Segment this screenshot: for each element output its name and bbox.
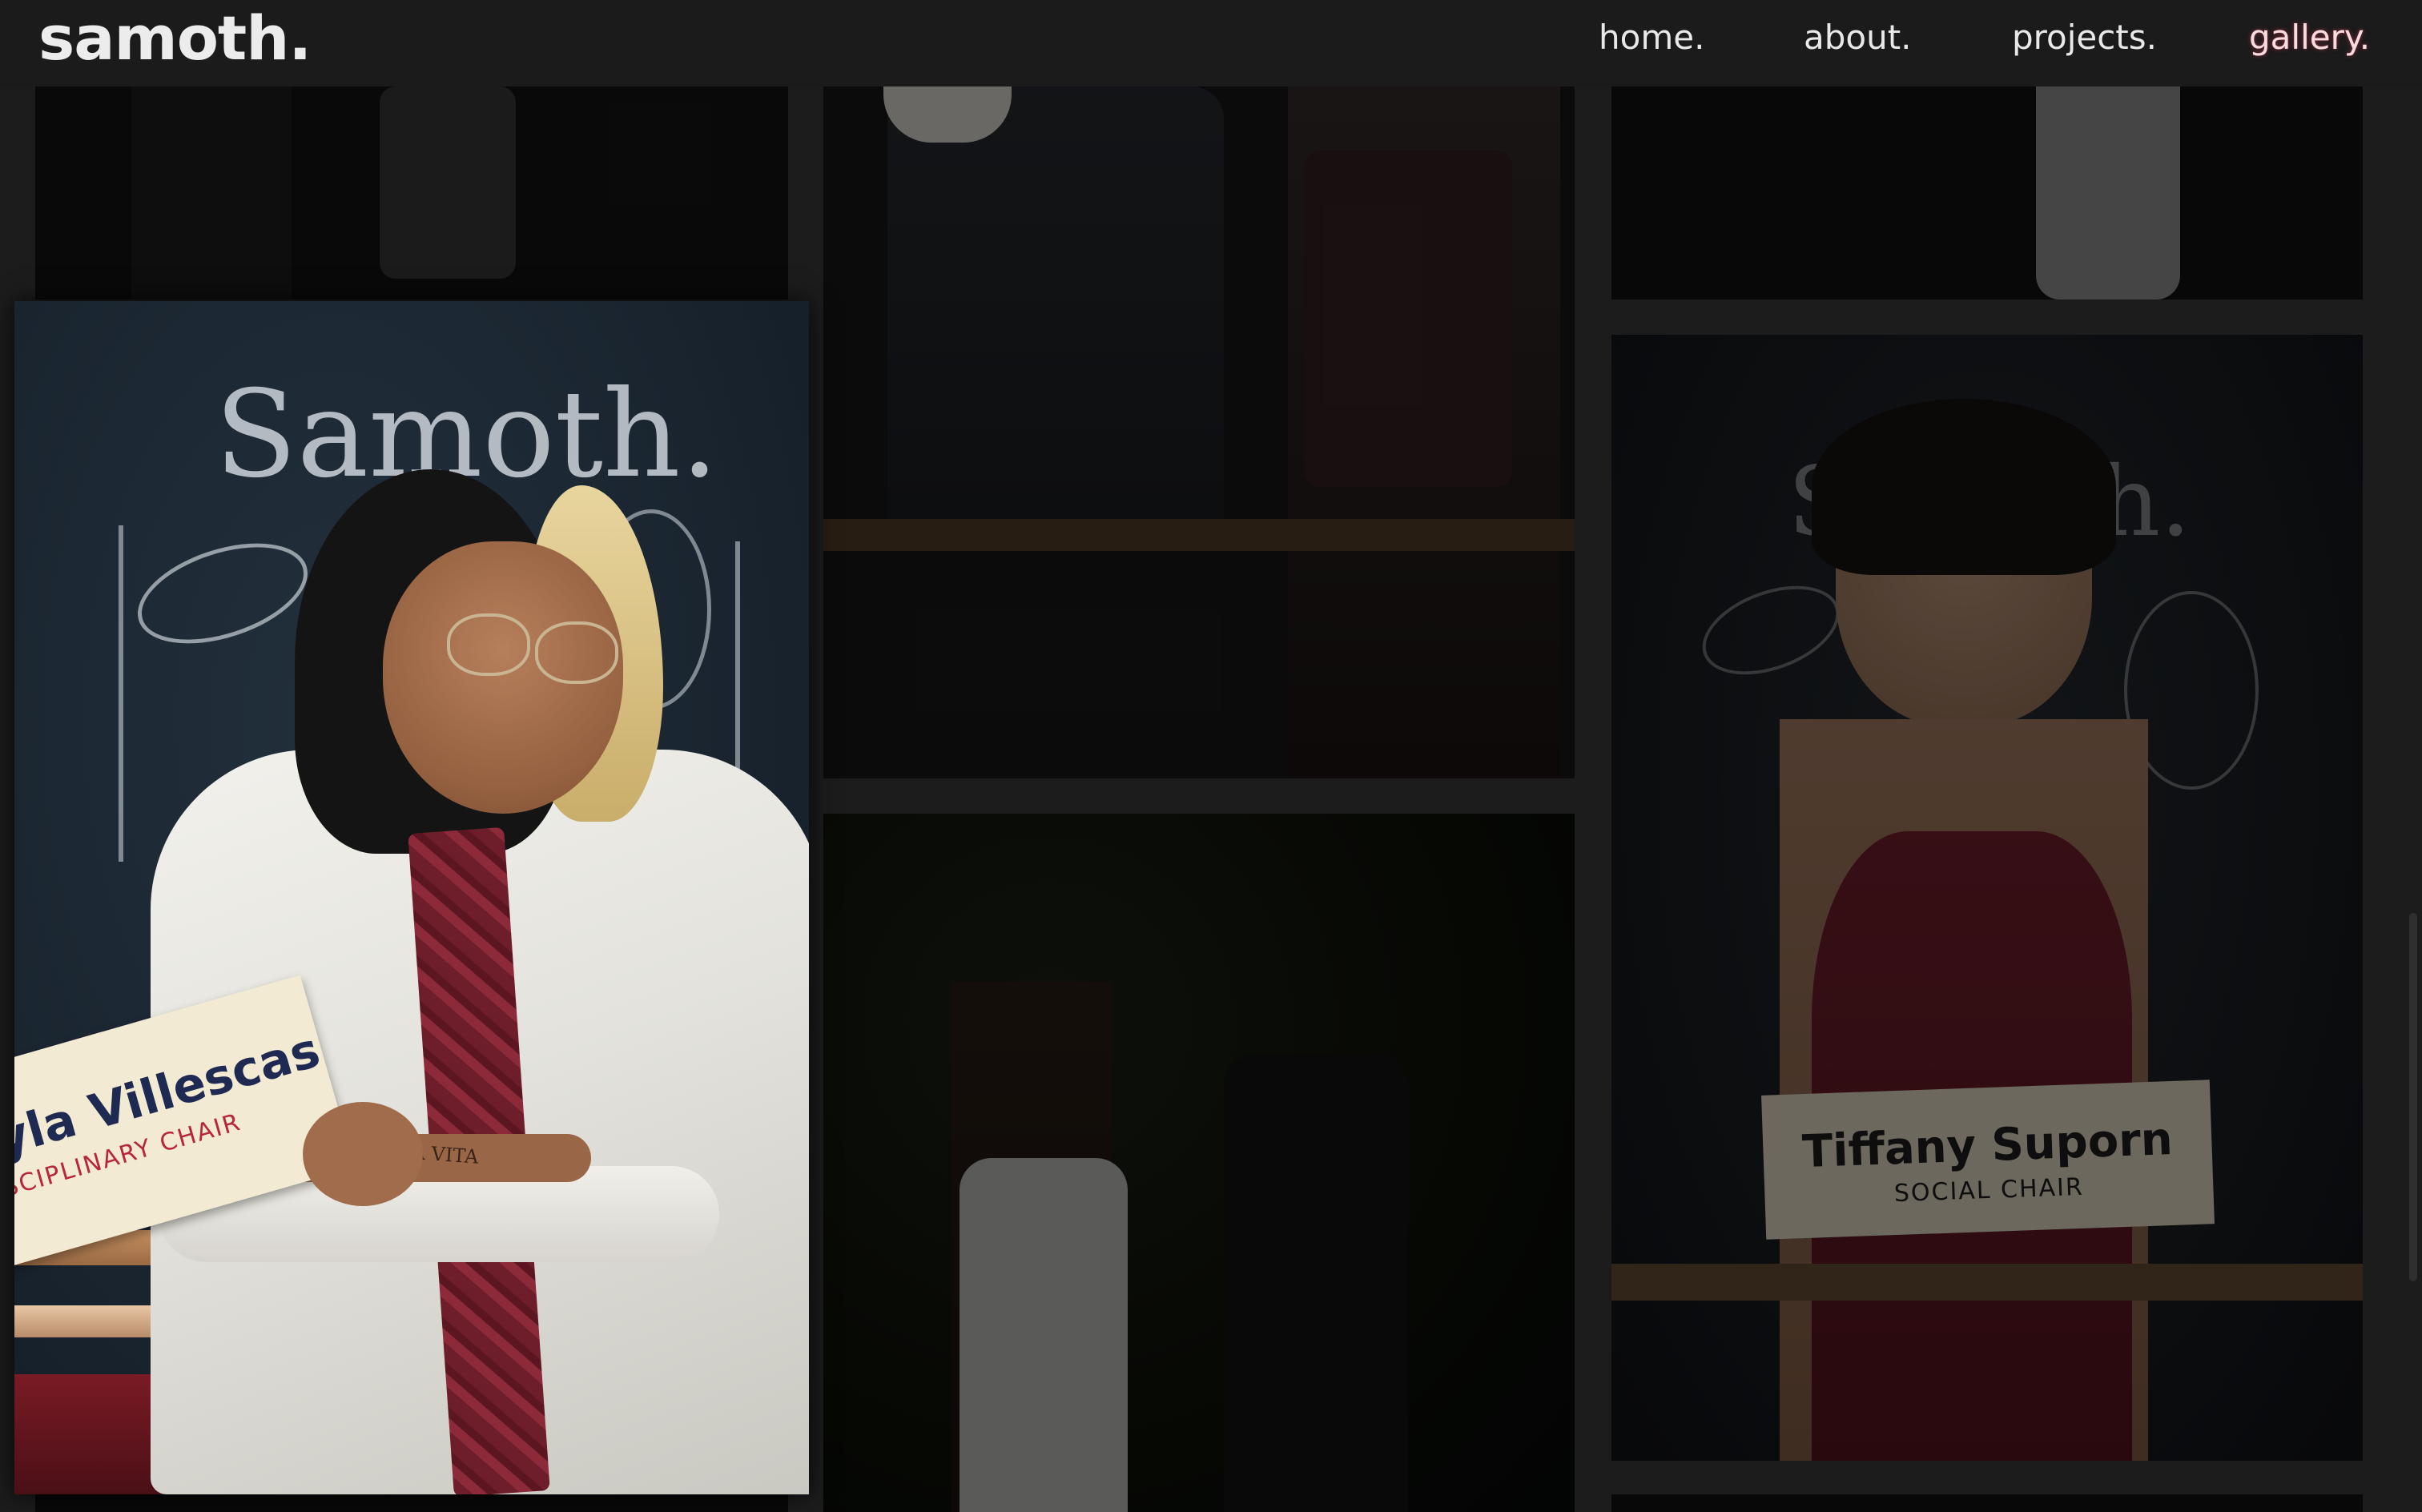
photo-collar <box>883 86 1012 143</box>
gallery-photo-tile[interactable] <box>35 1494 788 1512</box>
nav-gallery-link[interactable]: gallery. <box>2249 21 2370 54</box>
photo-hand <box>303 1102 423 1206</box>
photo-shoulders <box>1780 719 2148 1461</box>
photo-figure <box>131 86 292 300</box>
site-logo[interactable]: samoth. <box>38 8 312 69</box>
photo-hair <box>1812 399 2116 575</box>
card-name: Tiffany Suporn <box>1801 1112 2174 1179</box>
card-role: SOCIAL CHAIR <box>1893 1172 2085 1208</box>
gallery-photo-tile[interactable] <box>823 86 1575 778</box>
photo-figure <box>1288 86 1560 778</box>
photo-face <box>1836 439 2092 727</box>
glasses-icon <box>535 621 618 684</box>
chalk-drawing <box>2124 591 2259 790</box>
photo-top <box>1304 151 1512 487</box>
gallery-photo-tile[interactable] <box>1611 1494 2363 1512</box>
gallery-photo-tile[interactable]: Samoth. Tiffany Suporn SOCIAL CHAIR <box>1611 335 2363 1461</box>
gallery-photo-tile[interactable] <box>823 814 1575 1512</box>
gallery-photo-featured[interactable]: Samoth. IL BALLO DELLA VITA yla Villesca… <box>14 301 809 1494</box>
photo-figure <box>380 86 516 279</box>
photo-white-shirt <box>960 1158 1128 1512</box>
photo-railing <box>1611 1264 2363 1301</box>
glasses-icon <box>447 613 530 676</box>
name-card: Tiffany Suporn SOCIAL CHAIR <box>1761 1080 2215 1240</box>
photo-figure <box>952 982 1112 1512</box>
chalk-drawing <box>119 525 123 862</box>
nav-about-link[interactable]: about. <box>1804 21 1912 54</box>
chalk-drawing <box>125 524 320 663</box>
nav-home-link[interactable]: home. <box>1599 21 1704 54</box>
top-navbar: samoth. home. about. projects. gallery. <box>0 0 2422 86</box>
photo-red-dress <box>1812 831 2132 1461</box>
nav-projects-link[interactable]: projects. <box>2012 21 2157 54</box>
gallery-photo-tile[interactable] <box>1611 86 2363 300</box>
gallery-photo-tile[interactable] <box>35 86 788 300</box>
photo-figure <box>2036 86 2180 300</box>
photo-figure <box>887 86 1224 535</box>
chalk-drawing <box>1690 569 1852 692</box>
page-scrollbar[interactable] <box>2409 913 2417 1281</box>
photo-chalk-text: Samoth. <box>1788 447 2191 558</box>
photo-railing <box>823 519 1575 551</box>
photo-figure <box>1224 1054 1408 1512</box>
